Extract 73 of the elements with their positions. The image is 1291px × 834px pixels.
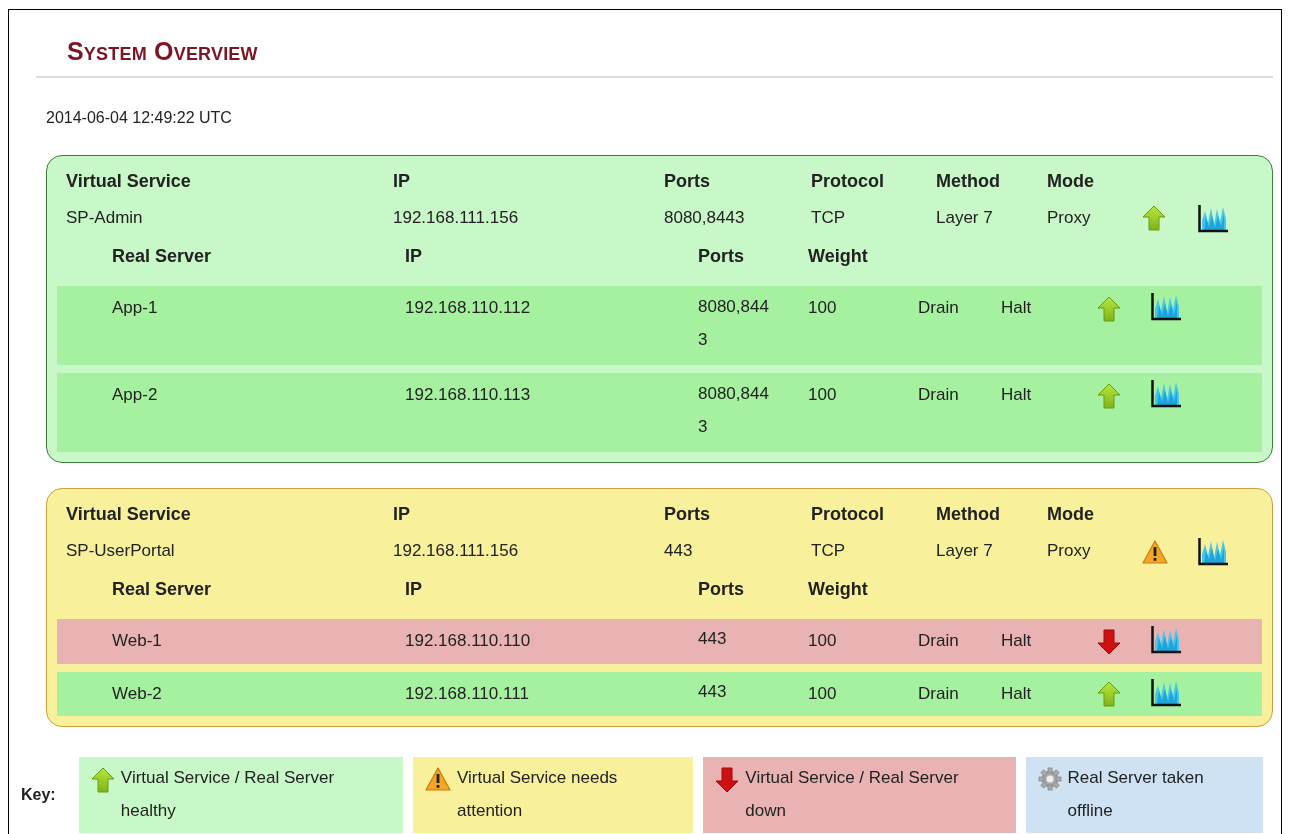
column-header: Mode	[1047, 170, 1095, 193]
legend-text: Real Server taken offline	[1067, 767, 1205, 823]
up-arrow-icon	[90, 767, 115, 794]
server-ip: 192.168.110.113	[405, 385, 531, 404]
halt-link[interactable]: Halt	[1001, 683, 1032, 703]
server-weight: 100	[808, 385, 837, 404]
server-name: Web-2	[112, 683, 162, 703]
column-header: Real Server	[112, 578, 213, 601]
service-ports: 8080,8443	[664, 208, 745, 228]
drain-link[interactable]: Drain	[918, 683, 959, 703]
graph-icon[interactable]	[1150, 676, 1182, 707]
server-name: Web-1	[112, 631, 162, 650]
column-header: Real Server	[112, 245, 213, 268]
column-header: Ports	[698, 245, 745, 268]
column-header: Virtual Service	[66, 503, 192, 526]
column-header: Ports	[664, 503, 711, 526]
halt-link[interactable]: Halt	[1001, 298, 1032, 317]
server-weight: 100	[808, 683, 837, 703]
column-header: Method	[936, 170, 1001, 193]
service-ports: 443	[664, 541, 693, 561]
server-ip: 192.168.110.110	[405, 631, 531, 650]
service-protocol: TCP	[811, 541, 845, 561]
service-mode: Proxy	[1047, 541, 1091, 561]
key-label: Key:	[21, 785, 57, 806]
drain-link[interactable]: Drain	[918, 385, 959, 404]
graph-icon[interactable]	[1150, 624, 1182, 654]
column-header: IP	[405, 578, 423, 601]
graph-icon[interactable]	[1150, 378, 1182, 408]
service-name: SP-Admin	[66, 208, 143, 228]
server-ip: 192.168.110.112	[405, 298, 531, 317]
server-name: App-1	[112, 298, 158, 317]
column-header: Weight	[808, 578, 869, 601]
column-header: Method	[936, 503, 1001, 526]
service-ip: 192.168.111.156	[393, 208, 519, 228]
drain-link[interactable]: Drain	[918, 298, 959, 317]
service-protocol: TCP	[811, 208, 845, 228]
service-ip: 192.168.111.156	[393, 541, 519, 561]
column-header: Protocol	[811, 503, 885, 526]
server-ports: 8080,8443	[698, 383, 770, 438]
column-header: Mode	[1047, 503, 1095, 526]
column-header: Ports	[664, 170, 711, 193]
service-name: SP-UserPortal	[66, 541, 175, 561]
service-method: Layer 7	[936, 541, 993, 561]
server-ports: 8080,8443	[698, 296, 770, 351]
drain-link[interactable]: Drain	[918, 631, 959, 650]
column-header: Virtual Service	[66, 170, 192, 193]
server-ports: 443	[698, 680, 728, 703]
server-weight: 100	[808, 298, 837, 317]
service-mode: Proxy	[1047, 208, 1091, 228]
column-header: Ports	[698, 578, 745, 601]
graph-icon[interactable]	[1150, 291, 1182, 321]
legend-text: Virtual Service / Real Server healthy	[120, 767, 336, 823]
halt-link[interactable]: Halt	[1001, 385, 1032, 404]
legend-text: Virtual Service needs attention	[457, 767, 619, 823]
down-arrow-icon	[715, 767, 740, 794]
server-weight: 100	[808, 631, 837, 650]
server-name: App-2	[112, 385, 158, 404]
legend-text: Virtual Service / Real Server down	[745, 767, 960, 823]
column-header: Weight	[808, 245, 869, 268]
column-header: IP	[393, 503, 411, 526]
server-ip: 192.168.110.111	[405, 683, 529, 703]
gear-icon	[1037, 767, 1062, 792]
service-method: Layer 7	[936, 208, 993, 228]
graph-icon[interactable]	[1197, 536, 1229, 566]
server-ports: 443	[698, 628, 728, 650]
page-title: System Overview	[66, 36, 259, 66]
warning-icon	[425, 767, 452, 792]
column-header: IP	[405, 245, 423, 268]
halt-link[interactable]: Halt	[1001, 631, 1032, 650]
graph-icon[interactable]	[1197, 203, 1229, 233]
column-header: Protocol	[811, 170, 885, 193]
column-header: IP	[393, 170, 411, 193]
timestamp: 2014-06-04 12:49:22 UTC	[46, 108, 233, 128]
